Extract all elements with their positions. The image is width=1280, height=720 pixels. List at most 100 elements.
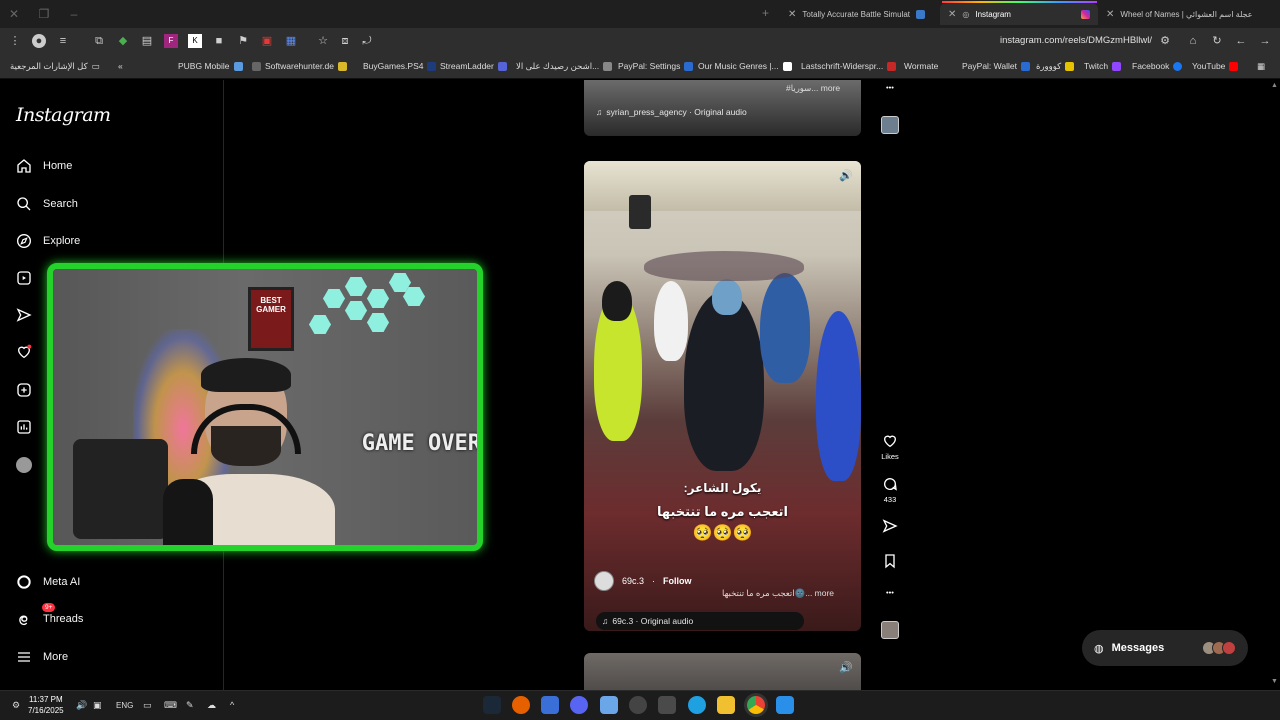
extension-icon[interactable]: ▤	[140, 34, 154, 48]
obs-taskbar-icon[interactable]	[629, 696, 647, 714]
close-window-icon[interactable]: ✕	[6, 6, 22, 22]
sidebar-item-search[interactable]: Search	[16, 193, 78, 215]
bookmark-pubg[interactable]: PUBG Mobile	[178, 61, 243, 71]
menu-dots-icon[interactable]: ⋮	[8, 34, 22, 48]
bookmark-twitch[interactable]: Twitch	[1084, 61, 1122, 71]
bookmark-youtube[interactable]: YouTube	[1192, 61, 1239, 71]
tab-instagram[interactable]: ✕ ◎ Instagram	[940, 3, 1098, 25]
instagram-logo[interactable]: Instagram	[16, 104, 111, 126]
bookmark-buygames[interactable]: BuyGames.PS4	[363, 61, 437, 71]
bookmark-paypal-wallet[interactable]: PayPal: Wallet	[962, 61, 1030, 71]
app-taskbar-icon[interactable]	[600, 696, 618, 714]
windows-start-icon[interactable]	[776, 696, 794, 714]
reel-audio[interactable]: ♫ 69c.3 · Original audio	[596, 612, 804, 630]
collections-icon[interactable]: ⧈	[338, 34, 352, 48]
scroll-up-icon[interactable]: ▲	[1271, 82, 1278, 89]
restore-window-icon[interactable]: ❐	[36, 6, 52, 22]
bookmark-arabic-recharge[interactable]: اشحن رصيدك على الا...	[516, 61, 613, 72]
site-settings-icon[interactable]: ⚙	[1158, 34, 1172, 48]
bookmark-all[interactable]: كل الإشارات المرجعية ▭	[10, 61, 100, 72]
previous-audio[interactable]: ♫ syrian_press_agency · Original audio	[596, 107, 747, 117]
author-avatar[interactable]	[594, 571, 614, 591]
heart-icon[interactable]	[16, 344, 32, 360]
screenshot-icon[interactable]: ⤾	[360, 34, 374, 48]
profile-avatar[interactable]	[16, 457, 32, 473]
taskbar-clock[interactable]: 11:37 PM 7/16/2025	[28, 694, 64, 716]
extension-f-icon[interactable]: F	[164, 34, 178, 48]
messages-button[interactable]: ◍ Messages	[1082, 630, 1248, 666]
location-pin-icon[interactable]: ◆	[116, 34, 130, 48]
bookmark-facebook[interactable]: Facebook	[1132, 61, 1183, 71]
sidebar-item-more[interactable]: More	[16, 646, 68, 668]
more-options-icon[interactable]: •••	[876, 588, 904, 597]
notepad-taskbar-icon[interactable]	[541, 696, 559, 714]
bookmark-kooora[interactable]: كووورة	[1036, 61, 1075, 72]
language-indicator[interactable]: ENG	[116, 701, 133, 710]
close-tab-icon[interactable]: ✕	[1106, 9, 1114, 20]
previous-caption[interactable]: #سوريا... more	[786, 83, 840, 94]
close-tab-icon[interactable]: ✕	[948, 9, 956, 20]
scroll-down-icon[interactable]: ▼	[1271, 678, 1278, 685]
forward-icon[interactable]: →	[1258, 34, 1272, 48]
home-browser-icon[interactable]: ⌂	[1186, 34, 1200, 48]
discord-taskbar-icon[interactable]	[570, 696, 588, 714]
extensions-icon[interactable]: ⧉	[92, 34, 106, 48]
more-options-icon[interactable]: •••	[876, 83, 904, 92]
settings-tray-icon[interactable]: ⚙	[12, 700, 20, 711]
chevron-left-icon[interactable]: «	[118, 61, 123, 71]
edge-taskbar-icon[interactable]	[688, 696, 706, 714]
tab-wheel-of-names[interactable]: ✕ Wheel of Names | عجلة اسم العشوائي	[1098, 3, 1258, 25]
bookmark-softwarehunter[interactable]: Softwarehunter.de	[252, 61, 347, 71]
save-button[interactable]	[876, 553, 904, 572]
back-icon[interactable]: ←	[1234, 34, 1248, 48]
bookmark-lastschrift[interactable]: Lastschrift-Widerspr...	[801, 61, 897, 71]
sidebar-icon[interactable]: ≡	[56, 34, 70, 48]
chevron-up-icon[interactable]: ^	[230, 700, 234, 710]
next-reel[interactable]: 🔊	[584, 653, 861, 690]
display-tray-icon[interactable]: ▣	[93, 700, 102, 711]
like-button[interactable]: Likes	[876, 433, 904, 461]
extension-icon[interactable]: ■	[212, 34, 226, 48]
sidebar-item-threads[interactable]: 9+ Threads	[16, 603, 83, 630]
apps-grid-icon[interactable]: ▦	[1257, 61, 1265, 72]
reel-caption[interactable]: اتعجب مره ما تنتخبها🌚... more	[722, 588, 834, 599]
page-scrollbar[interactable]: ▲ ▼	[1270, 80, 1280, 690]
follow-button[interactable]: Follow	[663, 576, 692, 586]
close-tab-icon[interactable]: ✕	[788, 9, 796, 20]
audio-thumbnail[interactable]	[881, 116, 899, 134]
onedrive-tray-icon[interactable]: ☁	[207, 700, 216, 711]
chrome-taskbar-icon[interactable]	[747, 696, 765, 714]
bookmark-star-icon[interactable]: ☆	[316, 34, 330, 48]
file-explorer-taskbar-icon[interactable]	[717, 696, 735, 714]
reload-icon[interactable]: ↻	[1210, 34, 1224, 48]
bookmark-streamladder[interactable]: StreamLadder	[440, 61, 507, 71]
create-icon[interactable]	[16, 382, 32, 398]
steam-taskbar-icon[interactable]	[483, 696, 501, 714]
extension-badge-icon[interactable]: ▣	[260, 34, 274, 48]
address-bar[interactable]: instagram.com/reels/DMGzmHBllwl/	[1000, 35, 1152, 46]
extension-k-icon[interactable]: K	[188, 34, 202, 48]
bookmark-paypal-settings[interactable]: PayPal: Settings	[618, 61, 694, 71]
minimize-window-icon[interactable]: –	[66, 6, 82, 22]
tab-battle-simulator[interactable]: ✕ Totally Accurate Battle Simulat	[780, 3, 940, 25]
pen-tray-icon[interactable]: ✎	[186, 700, 194, 711]
share-button[interactable]	[876, 518, 904, 537]
translate-icon[interactable]: ▦	[284, 34, 298, 48]
send-icon[interactable]	[16, 307, 32, 323]
sidebar-item-meta-ai[interactable]: Meta AI	[16, 571, 80, 593]
new-tab-icon[interactable]: +	[762, 6, 769, 20]
audio-thumbnail[interactable]	[881, 621, 899, 639]
reels-icon[interactable]	[16, 270, 32, 286]
bookmark-music-genres[interactable]: Our Music Genres |...	[698, 61, 792, 71]
store-taskbar-icon[interactable]	[658, 696, 676, 714]
current-reel[interactable]: 🔊 يكول الشاعر: اتعجب مره ما تنتخبها 🥺🥺🥺 …	[584, 161, 861, 631]
sidebar-item-explore[interactable]: Explore	[16, 230, 80, 252]
network-tray-icon[interactable]: ▭	[143, 700, 152, 711]
volume-tray-icon[interactable]: 🔊	[76, 700, 87, 711]
volume-icon[interactable]: 🔊	[839, 169, 853, 182]
dashboard-icon[interactable]	[16, 419, 32, 435]
comment-button[interactable]: 433	[876, 476, 904, 504]
bookmark-wormate[interactable]: Wormate	[904, 61, 938, 71]
profile-avatar-icon[interactable]: ●	[32, 34, 46, 48]
sidebar-item-home[interactable]: Home	[16, 155, 72, 177]
